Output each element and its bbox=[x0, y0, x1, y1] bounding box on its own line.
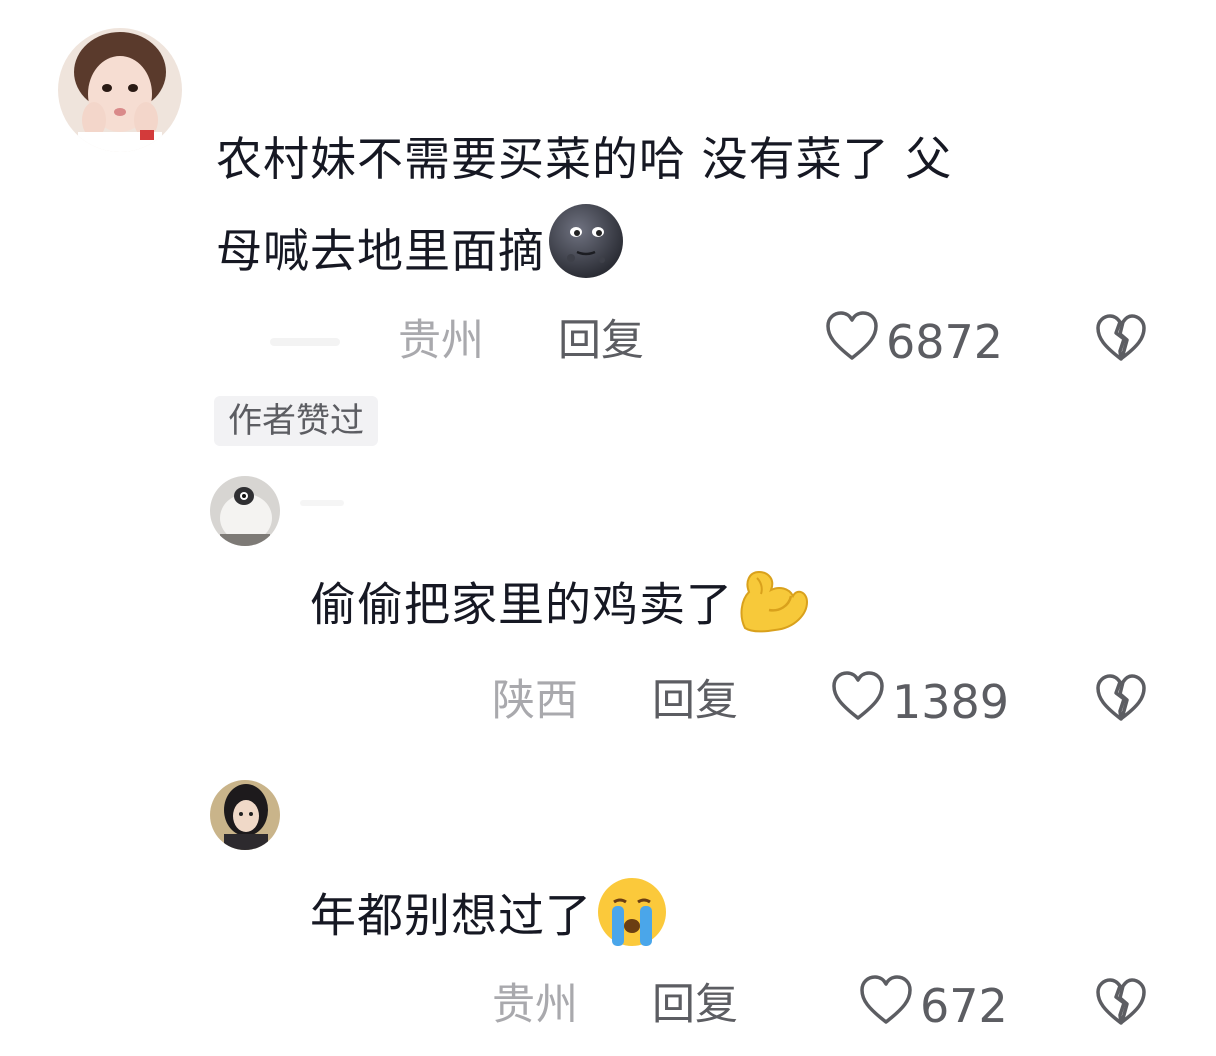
blurred-username bbox=[300, 500, 344, 506]
reply-item: 年都别想过了 贵州 回复 672 bbox=[0, 776, 1216, 1046]
location-label: 陕西 bbox=[492, 676, 578, 726]
reply-button[interactable]: 回复 bbox=[652, 676, 738, 726]
like-count: 1389 bbox=[892, 674, 1010, 729]
reply-button[interactable]: 回复 bbox=[558, 316, 644, 366]
reply-item: 偷偷把家里的鸡卖了 陕西 回复 1389 bbox=[0, 470, 1216, 740]
heart-outline-icon bbox=[830, 670, 886, 733]
broken-heart-icon bbox=[1094, 978, 1148, 1031]
dislike-button[interactable] bbox=[1094, 313, 1148, 367]
reply-text: 偷偷把家里的鸡卖了 bbox=[310, 566, 811, 650]
heart-outline-icon bbox=[824, 310, 880, 373]
comment-text-line: 母喊去地里面摘 bbox=[216, 202, 1176, 307]
author-liked-badge: 作者赞过 bbox=[214, 396, 378, 446]
like-button[interactable]: 1389 bbox=[830, 670, 1009, 733]
like-count: 6872 bbox=[886, 314, 1004, 369]
dislike-button[interactable] bbox=[1094, 977, 1148, 1031]
location-label: 贵州 bbox=[398, 316, 484, 366]
broken-heart-icon bbox=[1094, 674, 1148, 727]
comment-text: 农村妹不需要买菜的哈 没有菜了 父 母喊去地里面摘 bbox=[216, 116, 1176, 307]
blurred-username bbox=[270, 338, 340, 346]
comment-text-line: 农村妹不需要买菜的哈 没有菜了 父 bbox=[216, 132, 953, 186]
dislike-button[interactable] bbox=[1094, 673, 1148, 727]
avatar[interactable] bbox=[210, 780, 280, 850]
flexed-biceps-emoji bbox=[735, 566, 811, 650]
broken-heart-icon bbox=[1094, 314, 1148, 367]
reply-button[interactable]: 回复 bbox=[652, 980, 738, 1030]
heart-outline-icon bbox=[858, 974, 914, 1037]
reply-text: 年都别想过了 bbox=[310, 874, 670, 964]
like-count: 672 bbox=[920, 978, 1008, 1033]
new-moon-face-emoji bbox=[547, 202, 625, 307]
like-button[interactable]: 672 bbox=[858, 974, 1008, 1037]
location-label: 贵州 bbox=[492, 980, 578, 1030]
like-button[interactable]: 6872 bbox=[824, 310, 1003, 373]
loudly-crying-face-emoji bbox=[594, 874, 670, 964]
avatar[interactable] bbox=[210, 476, 280, 546]
avatar[interactable] bbox=[58, 28, 182, 152]
comment-item: 农村妹不需要买菜的哈 没有菜了 父 母喊去地里面摘 贵州 回复 6872 作者赞… bbox=[0, 0, 1216, 460]
